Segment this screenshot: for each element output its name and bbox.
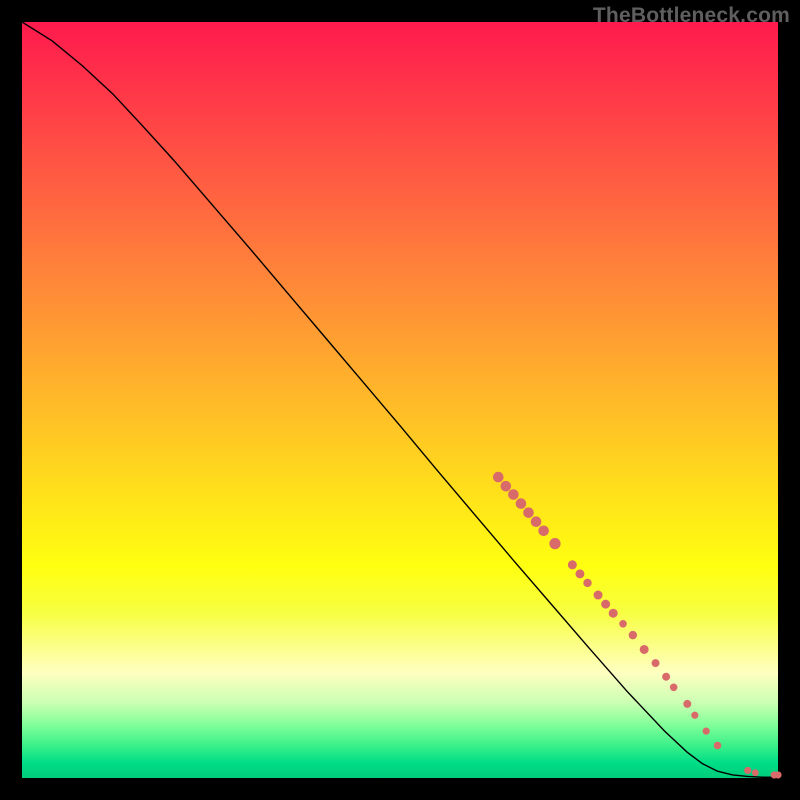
chart-scatter-point [774, 771, 781, 778]
chart-scatter-point [549, 538, 560, 549]
chart-scatter-point [575, 569, 584, 578]
chart-scatter-point [493, 472, 504, 483]
chart-scatter-point [516, 498, 527, 509]
chart-scatter-point [691, 712, 698, 719]
chart-scatter-point [583, 579, 591, 587]
chart-scatter-point [744, 767, 751, 774]
chart-scatter-point [619, 620, 627, 628]
chart-scatter-point [609, 609, 618, 618]
chart-scatter-point [523, 507, 534, 518]
chart-scatter-point [568, 560, 577, 569]
chart-curve-line [22, 22, 778, 777]
chart-scatter-point [683, 700, 691, 708]
chart-scatter-group [493, 472, 782, 779]
chart-scatter-point [662, 673, 670, 681]
chart-stage: TheBottleneck.com [0, 0, 800, 800]
chart-scatter-point [703, 728, 710, 735]
chart-scatter-point [594, 591, 603, 600]
chart-scatter-point [531, 516, 542, 527]
chart-scatter-point [629, 631, 637, 639]
chart-scatter-point [640, 645, 649, 654]
chart-scatter-point [714, 742, 722, 750]
chart-scatter-point [652, 659, 660, 667]
chart-scatter-point [601, 600, 610, 609]
chart-scatter-point [670, 683, 678, 691]
chart-scatter-point [501, 481, 512, 492]
chart-scatter-point [538, 525, 549, 536]
chart-scatter-point [508, 489, 519, 500]
chart-overlay [22, 22, 778, 778]
chart-curve-group [22, 22, 778, 777]
chart-scatter-point [752, 769, 759, 776]
